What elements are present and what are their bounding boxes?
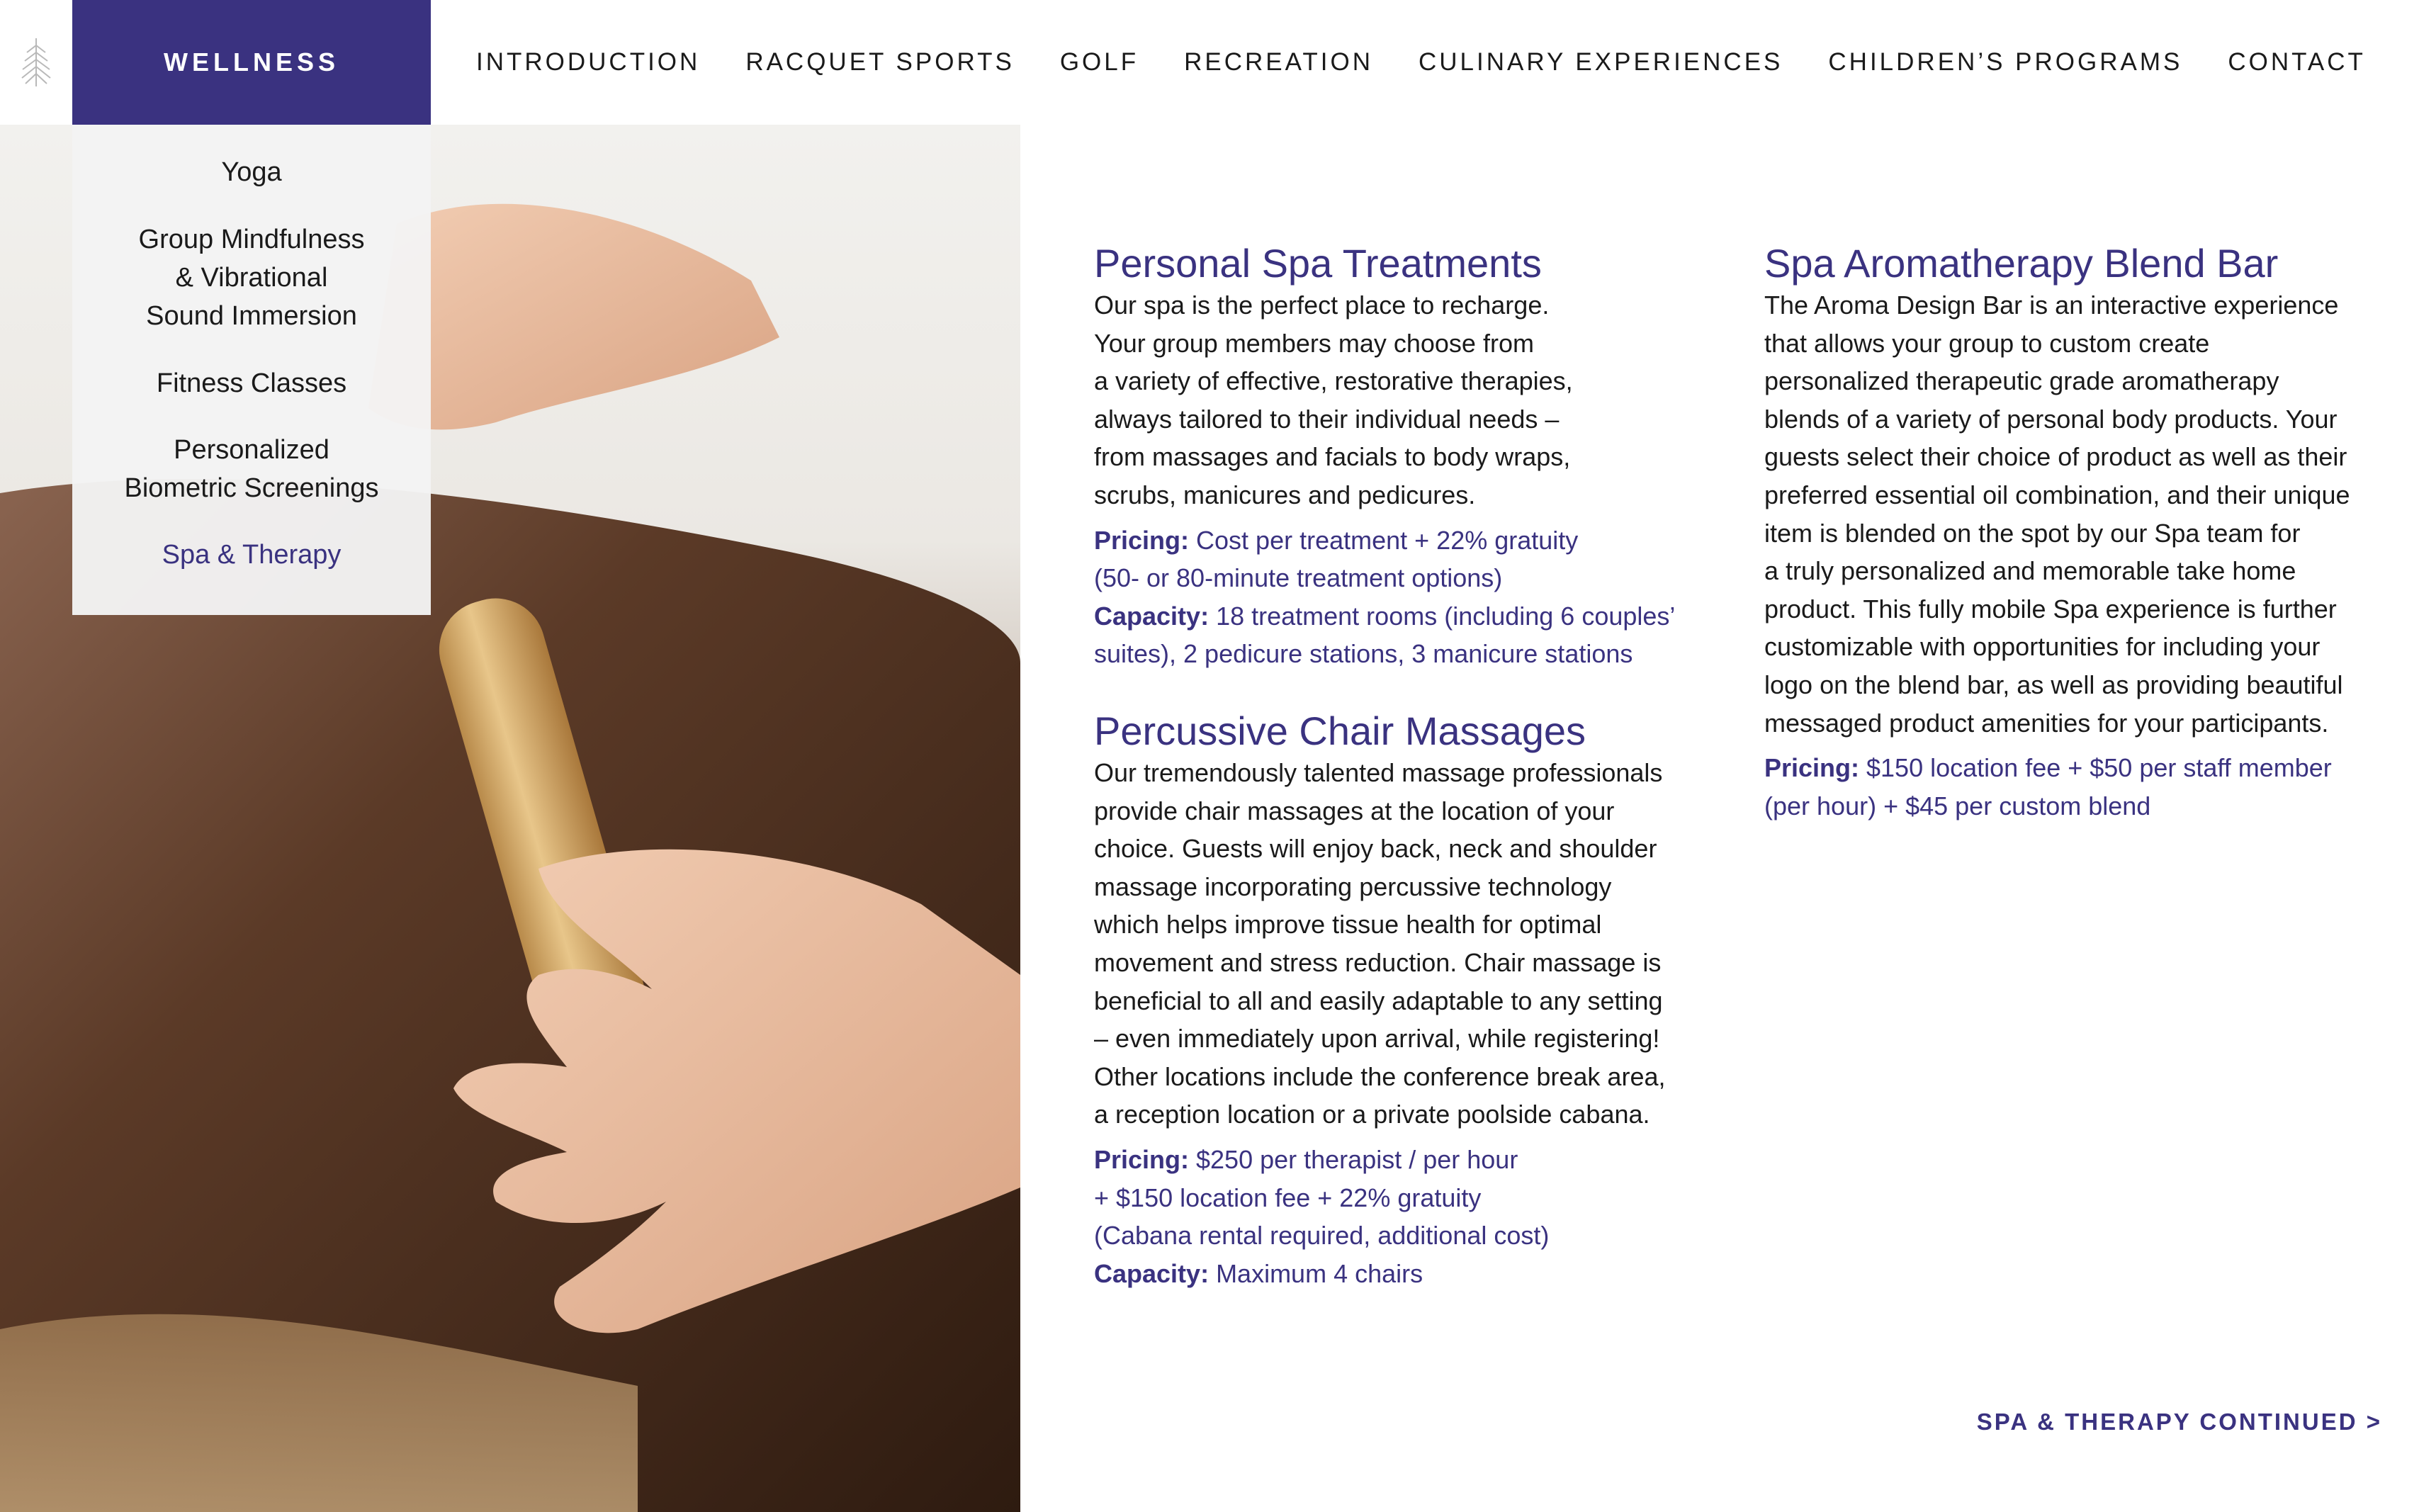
nav-golf[interactable]: GOLF <box>1060 48 1139 77</box>
nav-introduction[interactable]: INTRODUCTION <box>476 48 700 77</box>
pricing-label: Pricing: <box>1094 1144 1190 1174</box>
tree-logo-icon[interactable] <box>0 0 72 125</box>
top-navigation: WELLNESS INTRODUCTION RACQUET SPORTS GOL… <box>0 0 2419 125</box>
nav-culinary-experiences[interactable]: CULINARY EXPERIENCES <box>1419 48 1783 77</box>
aromatherapy-section: Spa Aromatherapy Blend Bar The Aroma Des… <box>1764 241 2388 825</box>
menu-item-spa-therapy[interactable]: Spa & Therapy <box>72 536 431 574</box>
pricing-label: Pricing: <box>1094 525 1190 555</box>
capacity-line: Capacity: 18 treatment rooms (including … <box>1094 597 1703 673</box>
nav-recreation[interactable]: RECREATION <box>1184 48 1373 77</box>
capacity-value: Maximum 4 chairs <box>1209 1258 1423 1288</box>
section-title: Spa Aromatherapy Blend Bar <box>1764 241 2279 286</box>
section-body: The Aroma Design Bar is an interactive e… <box>1764 290 2350 738</box>
menu-item-group-mindfulness[interactable]: Group Mindfulness & Vibrational Sound Im… <box>72 220 431 335</box>
tab-wellness[interactable]: WELLNESS <box>72 0 431 125</box>
capacity-label: Capacity: <box>1094 601 1210 631</box>
menu-item-yoga[interactable]: Yoga <box>72 153 431 191</box>
nav-childrens-programs[interactable]: CHILDREN’S PROGRAMS <box>1828 48 2182 77</box>
menu-item-biometric-screenings[interactable]: Personalized Biometric Screenings <box>72 431 431 507</box>
section-title: Personal Spa Treatments <box>1094 241 1542 286</box>
main-nav: INTRODUCTION RACQUET SPORTS GOLF RECREAT… <box>476 0 2411 125</box>
percussive-chair-section: Percussive Chair Massages Our tremendous… <box>1094 709 1718 1292</box>
wellness-dropdown-menu: Yoga Group Mindfulness & Vibrational Sou… <box>72 125 431 615</box>
pricing-line: Pricing: $150 location fee + $50 per sta… <box>1764 749 2388 825</box>
pricing-line: Pricing: Cost per treatment + 22% gratui… <box>1094 521 1703 597</box>
capacity-line: Capacity: Maximum 4 chairs <box>1094 1255 1718 1293</box>
pricing-line: Pricing: $250 per therapist / per hour +… <box>1094 1141 1718 1255</box>
section-title: Percussive Chair Massages <box>1094 709 1586 753</box>
nav-contact[interactable]: CONTACT <box>2228 48 2366 77</box>
capacity-label: Capacity: <box>1094 1258 1210 1288</box>
section-body: Our tremendously talented massage profes… <box>1094 758 1666 1129</box>
nav-racquet-sports[interactable]: RACQUET SPORTS <box>745 48 1015 77</box>
menu-item-fitness-classes[interactable]: Fitness Classes <box>72 364 431 402</box>
section-body: Our spa is the perfect place to recharge… <box>1094 290 1573 509</box>
pricing-label: Pricing: <box>1764 753 1860 783</box>
personal-spa-section: Personal Spa Treatments Our spa is the p… <box>1094 241 1703 673</box>
continue-link[interactable]: SPA & THERAPY CONTINUED > <box>1977 1409 2382 1435</box>
